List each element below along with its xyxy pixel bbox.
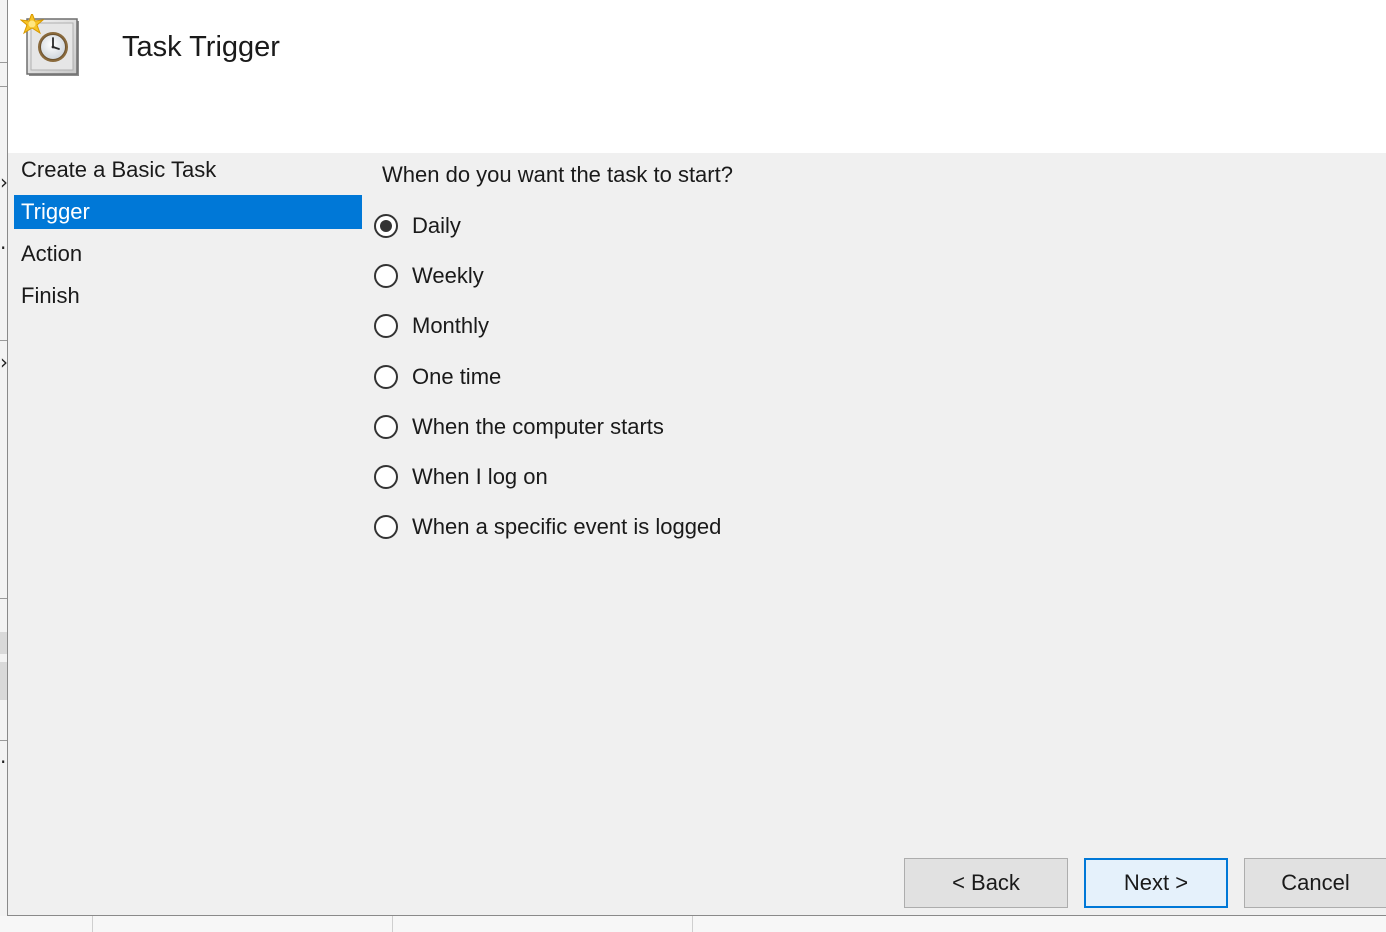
background-text-fragment: · [0,236,7,260]
trigger-options: Daily Weekly Monthly One time When the c… [374,206,721,557]
radio-button[interactable] [374,414,398,439]
option-monthly[interactable]: Monthly [374,306,721,346]
option-label: One time [412,363,502,389]
radio-button[interactable] [374,214,398,238]
option-daily[interactable]: Daily [374,206,721,246]
option-label: When the computer starts [412,413,664,439]
option-one-time[interactable]: One time [374,357,721,397]
wizard-page-title: Task Trigger [122,31,280,63]
task-scheduler-clock-icon [20,14,79,76]
step-trigger[interactable]: Trigger [14,195,362,229]
option-specific-event[interactable]: When a specific event is logged [374,507,721,547]
radio-button[interactable] [374,264,398,289]
option-label: Monthly [412,313,490,339]
background-window-bottom [0,916,1386,932]
option-weekly[interactable]: Weekly [374,256,721,296]
radio-button[interactable] [374,464,398,489]
next-button[interactable]: Next > [1084,858,1228,908]
option-computer-starts[interactable]: When the computer starts [374,407,721,447]
background-window-edge: › · › · [0,0,8,932]
trigger-question: When do you want the task to start? [382,162,733,187]
option-log-on[interactable]: When I log on [374,457,721,497]
wizard-step-list: Create a Basic Task Trigger Action Finis… [14,153,362,313]
cancel-button[interactable]: Cancel [1244,858,1386,908]
option-label: Daily [412,213,461,238]
back-button[interactable]: < Back [904,858,1068,908]
step-finish[interactable]: Finish [14,279,362,313]
radio-button[interactable] [374,515,398,540]
step-action[interactable]: Action [14,237,362,271]
radio-button[interactable] [374,314,398,339]
step-create-basic-task[interactable]: Create a Basic Task [14,153,362,187]
option-label: When I log on [412,463,548,489]
background-text-fragment: · [0,750,7,774]
screen: › · › · Task Trigger Create a Basic Task… [0,0,1386,932]
option-label: Weekly [412,263,484,289]
wizard-header: Task Trigger [8,0,1386,153]
create-basic-task-wizard: Task Trigger Create a Basic Task Trigger… [7,0,1386,916]
option-label: When a specific event is logged [412,514,722,540]
radio-button[interactable] [374,364,398,389]
